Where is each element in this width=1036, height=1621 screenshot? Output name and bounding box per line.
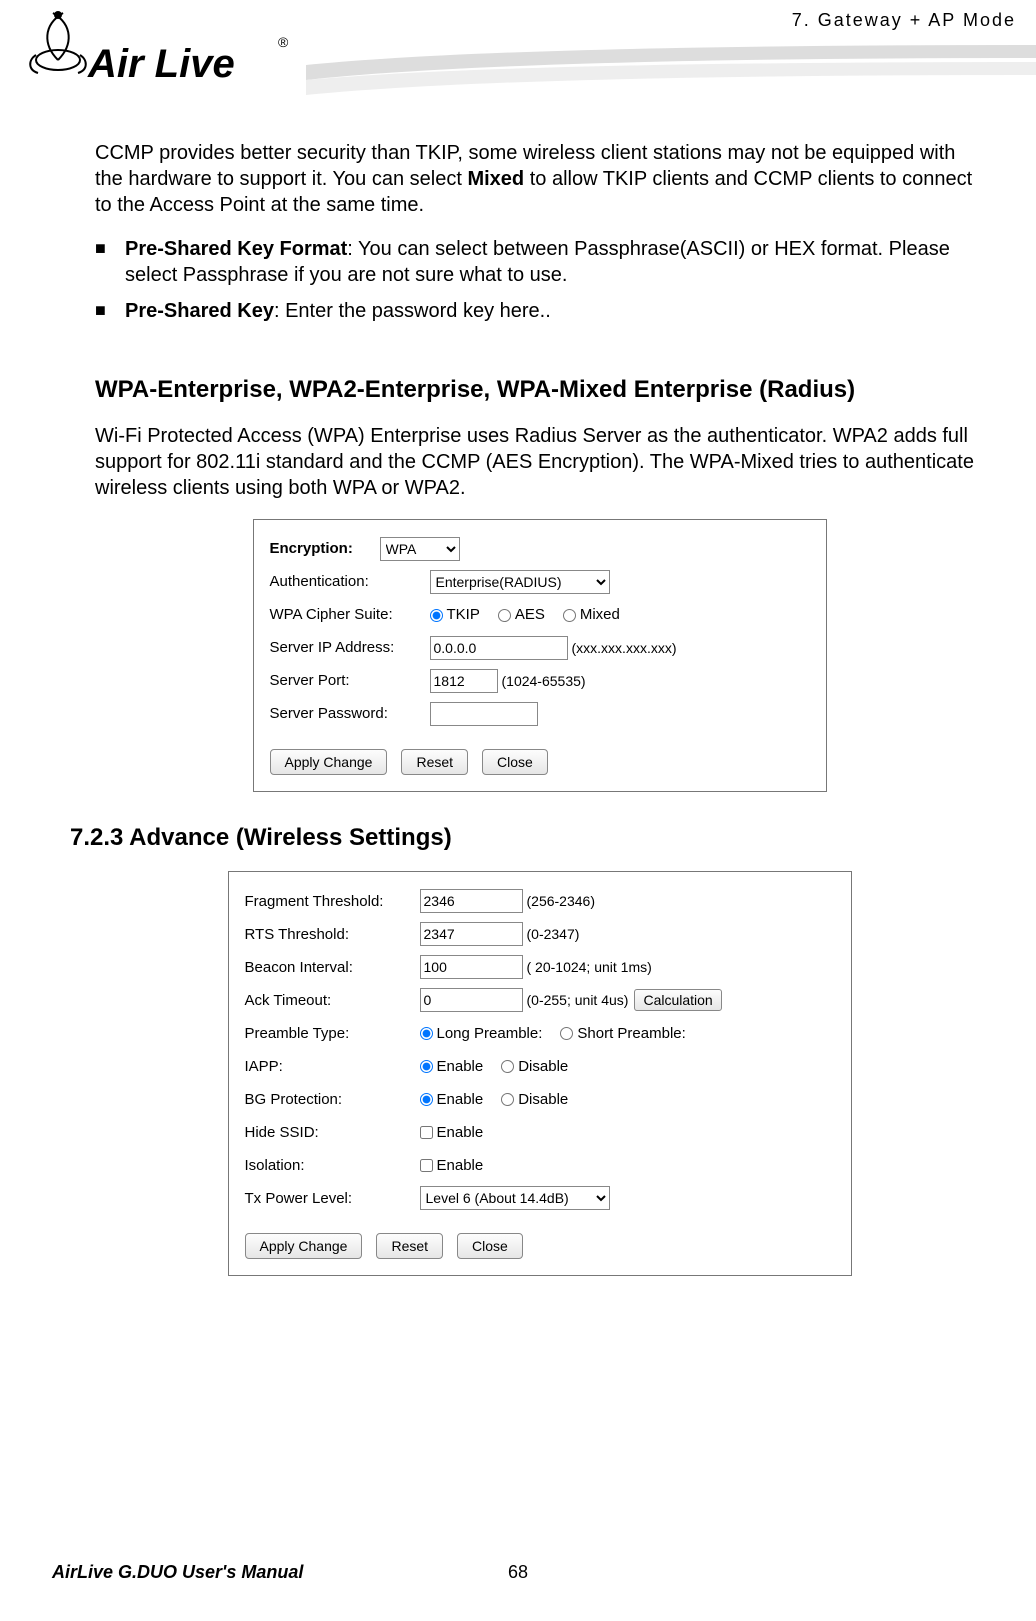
long-preamble-radio[interactable]: Long Preamble: (420, 1024, 543, 1044)
ack-timeout-input[interactable] (420, 988, 523, 1012)
rts-threshold-label: RTS Threshold: (245, 925, 420, 945)
beacon-interval-hint: ( 20-1024; unit 1ms) (527, 958, 652, 976)
bullet-square-icon: ■ (95, 236, 125, 288)
reset-button[interactable]: Reset (376, 1233, 443, 1259)
server-ip-hint: (xxx.xxx.xxx.xxx) (572, 639, 677, 657)
fragment-threshold-hint: (256-2346) (527, 892, 596, 910)
ack-timeout-hint: (0-255; unit 4us) (527, 991, 629, 1009)
svg-text:®: ® (278, 34, 289, 50)
bg-enable-radio[interactable]: Enable (420, 1090, 484, 1110)
bullet-item: ■ Pre-Shared Key Format: You can select … (95, 236, 984, 288)
isolation-checkbox[interactable]: Enable (420, 1156, 484, 1176)
brand-logo: Air Live ® (18, 5, 298, 105)
encryption-label: Encryption: (270, 539, 380, 559)
preamble-type-label: Preamble Type: (245, 1024, 420, 1044)
bullet-square-icon: ■ (95, 298, 125, 324)
server-password-input[interactable] (430, 702, 538, 726)
section-paragraph: Wi-Fi Protected Access (WPA) Enterprise … (95, 423, 984, 501)
cipher-label: WPA Cipher Suite: (270, 605, 430, 625)
encryption-select[interactable]: WPA (380, 537, 460, 561)
iapp-enable-radio[interactable]: Enable (420, 1057, 484, 1077)
tx-power-label: Tx Power Level: (245, 1189, 420, 1209)
beacon-interval-label: Beacon Interval: (245, 958, 420, 978)
short-preamble-radio[interactable]: Short Preamble: (560, 1024, 685, 1044)
bg-disable-radio[interactable]: Disable (501, 1090, 568, 1110)
tx-power-select[interactable]: Level 6 (About 14.4dB) (420, 1186, 610, 1210)
advance-settings-panel: Fragment Threshold: (256-2346) RTS Thres… (228, 871, 852, 1276)
iapp-label: IAPP: (245, 1057, 420, 1077)
cipher-mixed-radio[interactable]: Mixed (563, 605, 620, 625)
page-number: 68 (508, 1562, 528, 1583)
header-decoration (306, 40, 1036, 100)
intro-paragraph: CCMP provides better security than TKIP,… (95, 140, 984, 218)
hide-ssid-label: Hide SSID: (245, 1123, 420, 1143)
beacon-interval-input[interactable] (420, 955, 523, 979)
server-ip-input[interactable] (430, 636, 568, 660)
svg-text:Air Live: Air Live (87, 42, 235, 86)
ack-timeout-label: Ack Timeout: (245, 991, 420, 1011)
server-port-label: Server Port: (270, 671, 430, 691)
server-ip-label: Server IP Address: (270, 638, 430, 658)
bg-protection-label: BG Protection: (245, 1090, 420, 1110)
close-button[interactable]: Close (482, 749, 548, 775)
isolation-label: Isolation: (245, 1156, 420, 1176)
close-button[interactable]: Close (457, 1233, 523, 1259)
cipher-aes-radio[interactable]: AES (498, 605, 545, 625)
wpa-settings-panel: Encryption: WPA Authentication: Enterpri… (253, 519, 827, 792)
server-port-hint: (1024-65535) (502, 672, 586, 690)
cipher-tkip-radio[interactable]: TKIP (430, 605, 480, 625)
apply-change-button[interactable]: Apply Change (270, 749, 388, 775)
hide-ssid-checkbox[interactable]: Enable (420, 1123, 484, 1143)
subsection-heading: 7.2.3 Advance (Wireless Settings) (70, 822, 984, 853)
authentication-label: Authentication: (270, 572, 430, 592)
iapp-disable-radio[interactable]: Disable (501, 1057, 568, 1077)
fragment-threshold-label: Fragment Threshold: (245, 892, 420, 912)
fragment-threshold-input[interactable] (420, 889, 523, 913)
apply-change-button[interactable]: Apply Change (245, 1233, 363, 1259)
reset-button[interactable]: Reset (401, 749, 468, 775)
authentication-select[interactable]: Enterprise(RADIUS) (430, 570, 610, 594)
bullet-item: ■ Pre-Shared Key: Enter the password key… (95, 298, 984, 324)
footer-title: AirLive G.DUO User's Manual (52, 1562, 303, 1583)
rts-threshold-hint: (0-2347) (527, 925, 580, 943)
calculation-button[interactable]: Calculation (634, 989, 721, 1011)
section-heading: WPA-Enterprise, WPA2-Enterprise, WPA-Mix… (95, 374, 984, 405)
chapter-title: 7. Gateway + AP Mode (792, 10, 1016, 31)
server-password-label: Server Password: (270, 704, 430, 724)
server-port-input[interactable] (430, 669, 498, 693)
rts-threshold-input[interactable] (420, 922, 523, 946)
